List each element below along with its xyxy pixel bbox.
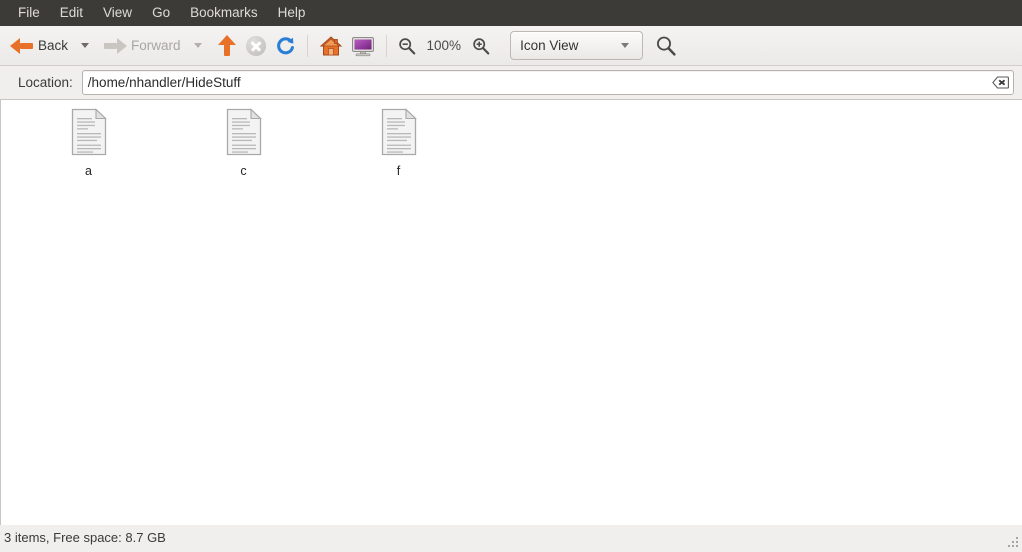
search-icon: [655, 35, 677, 57]
arrow-left-icon: [10, 37, 34, 55]
forward-button-label: Forward: [131, 38, 181, 53]
menu-edit[interactable]: Edit: [50, 2, 93, 25]
chevron-down-icon: [621, 42, 630, 49]
home-icon: [319, 35, 343, 57]
file-list-view[interactable]: a c f: [0, 99, 1022, 525]
arrow-right-icon: [103, 37, 128, 55]
up-button[interactable]: [212, 30, 242, 62]
toolbar: Back Forward 100% Icon View: [0, 26, 1022, 66]
computer-button[interactable]: [347, 30, 379, 62]
reload-icon: [274, 35, 296, 57]
menu-go[interactable]: Go: [142, 2, 180, 25]
view-mode-value: Icon View: [520, 38, 579, 53]
view-mode-select[interactable]: Icon View: [510, 31, 644, 60]
home-button[interactable]: [315, 30, 347, 62]
location-input[interactable]: /home/nhandler/HideStuff: [81, 70, 1014, 95]
back-history-chevron-down-icon[interactable]: [81, 42, 90, 49]
icon-grid: a c f: [1, 100, 1022, 186]
status-text: 3 items, Free space: 8.7 GB: [4, 530, 166, 545]
location-label: Location:: [18, 75, 73, 90]
status-bar: 3 items, Free space: 8.7 GB: [0, 525, 1022, 550]
file-manager-window: File Edit View Go Bookmarks Help Back Fo…: [0, 0, 1022, 550]
forward-history-chevron-down-icon[interactable]: [193, 42, 203, 49]
back-button-label: Back: [38, 38, 69, 53]
menu-view[interactable]: View: [93, 2, 142, 25]
toolbar-separator-2: [385, 34, 387, 57]
zoom-out-button[interactable]: [394, 30, 420, 62]
zoom-in-button[interactable]: [468, 30, 494, 62]
text-document-icon: [379, 108, 419, 156]
forward-button[interactable]: Forward: [99, 30, 187, 62]
list-item-label: c: [240, 164, 247, 178]
stop-icon: [245, 35, 266, 56]
list-item[interactable]: a: [11, 108, 166, 186]
list-item-label: f: [396, 164, 401, 178]
menu-file[interactable]: File: [8, 2, 50, 25]
toolbar-separator-1: [306, 34, 308, 57]
stop-button[interactable]: [242, 30, 270, 62]
clear-text-icon[interactable]: [992, 76, 1009, 89]
resize-grip-icon[interactable]: [1006, 535, 1020, 549]
zoom-level-label: 100%: [426, 38, 462, 53]
search-button[interactable]: [651, 30, 681, 62]
list-item[interactable]: f: [321, 108, 476, 186]
text-document-icon: [224, 108, 264, 156]
text-document-icon: [69, 108, 109, 156]
reload-button[interactable]: [270, 30, 300, 62]
location-input-value: /home/nhandler/HideStuff: [87, 75, 241, 90]
menu-bar: File Edit View Go Bookmarks Help: [0, 0, 1022, 26]
arrow-up-icon: [216, 34, 238, 57]
back-button[interactable]: Back: [6, 30, 74, 62]
zoom-out-icon: [398, 37, 416, 55]
menu-help[interactable]: Help: [268, 2, 316, 25]
list-item-label: a: [85, 164, 92, 178]
computer-icon: [351, 35, 375, 57]
list-item[interactable]: c: [166, 108, 321, 186]
location-bar: Location: /home/nhandler/HideStuff: [0, 66, 1022, 99]
menu-bookmarks[interactable]: Bookmarks: [180, 2, 268, 25]
zoom-in-icon: [472, 37, 490, 55]
